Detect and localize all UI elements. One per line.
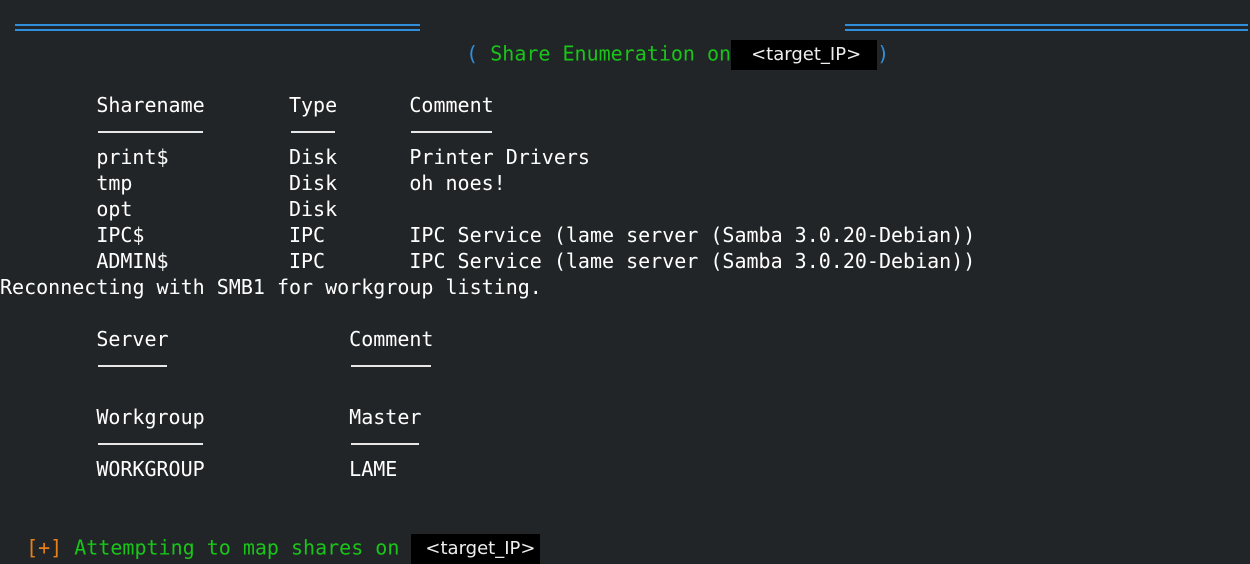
header-underline-row — [0, 352, 1250, 378]
table-row: opt Disk — [0, 196, 1250, 222]
banner-title: Share Enumeration on — [490, 41, 732, 66]
status-text: Attempting to map shares on — [74, 535, 400, 560]
status-prefix: [+] — [26, 535, 63, 560]
table-cell: oh noes! — [409, 171, 506, 195]
header-underline — [98, 365, 167, 367]
table-header: Sharename Type Comment — [0, 92, 1250, 118]
table-row: ADMIN$ IPC IPC Service (lame server (Samba… — [0, 248, 1250, 274]
table-row: tmp Disk oh noes! — [0, 170, 1250, 196]
table-cell: ADMIN$ — [96, 249, 169, 273]
header-underline-row — [0, 118, 1250, 144]
column-header: Comment — [349, 327, 434, 351]
header-underline — [351, 365, 432, 367]
table-cell: tmp — [96, 171, 133, 195]
column-header: Sharename — [96, 93, 205, 117]
status-line: Reconnecting with SMB1 for workgroup lis… — [0, 274, 1250, 300]
header-underline — [98, 443, 203, 445]
banner-rule-left — [15, 24, 420, 31]
table-cell: IPC Service (lame server (Samba 3.0.20-D… — [409, 223, 976, 247]
footer-status: [+] Attempting to map shares on <target_… — [2, 508, 541, 564]
column-header: Type — [288, 93, 338, 117]
table-cell: Printer Drivers — [409, 145, 590, 169]
reconnect-message: Reconnecting with SMB1 for workgroup lis… — [0, 275, 542, 299]
table-cell: Disk — [288, 171, 338, 195]
table-header: Workgroup Master — [0, 404, 1250, 430]
table-cell: IPC Service (lame server (Samba 3.0.20-D… — [409, 249, 976, 273]
table-cell: WORKGROUP — [96, 457, 205, 481]
header-underline-row — [0, 430, 1250, 456]
header-underline — [351, 443, 420, 445]
column-header: Workgroup — [96, 405, 205, 429]
table-row: IPC$ IPC IPC Service (lame server (Samba 3… — [0, 222, 1250, 248]
column-header: Server — [96, 327, 169, 351]
table-cell: Disk — [288, 197, 338, 221]
header-underline — [98, 131, 203, 133]
column-header: Comment — [409, 93, 494, 117]
table-cell: IPC — [288, 223, 326, 247]
table-cell: print$ — [96, 145, 169, 169]
redacted-target-ip: <target_IP> — [411, 534, 541, 564]
table-row: WORKGROUP LAME — [0, 456, 1250, 482]
table-cell: IPC$ — [96, 223, 145, 247]
table-cell: IPC — [288, 249, 326, 273]
header-underline — [411, 131, 492, 133]
redacted-target-ip: <target_IP> — [731, 40, 878, 70]
table-cell: LAME — [349, 457, 398, 481]
table-cell: opt — [96, 197, 133, 221]
table-header: Server Comment — [0, 326, 1250, 352]
header-underline — [290, 131, 336, 133]
table-cell: Disk — [288, 145, 338, 169]
column-header: Master — [349, 405, 422, 429]
banner-close-paren: ) — [877, 41, 890, 66]
banner-rule-right — [845, 24, 1248, 31]
table-row: print$ Disk Printer Drivers — [0, 144, 1250, 170]
banner-open-paren: ( — [466, 41, 479, 66]
